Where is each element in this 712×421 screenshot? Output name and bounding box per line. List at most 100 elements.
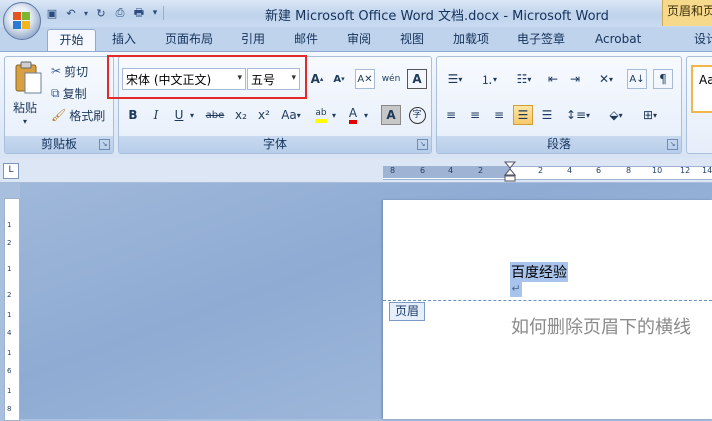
show-marks-button[interactable]: ¶ <box>653 69 673 89</box>
superscript-button[interactable]: x² <box>254 105 274 125</box>
bold-button[interactable]: B <box>123 105 143 125</box>
cut-button[interactable]: ✂ 剪切 <box>51 61 88 81</box>
superscript-icon: x² <box>258 108 270 122</box>
ruler-vtick: 1 <box>7 387 12 395</box>
vertical-ruler[interactable]: 1 2 1 2 1 4 1 6 1 8 <box>4 198 20 421</box>
copy-button[interactable]: ⧉ 复制 <box>51 83 87 103</box>
paragraph-launcher-icon[interactable]: ↘ <box>667 139 678 150</box>
borders-button[interactable]: ⊞ ▾ <box>635 105 665 125</box>
tab-mailings[interactable]: 邮件 <box>294 29 318 51</box>
paint-bucket-icon: ⬙ <box>609 108 619 122</box>
customize-qat-icon[interactable]: ▾ <box>150 5 160 21</box>
font-color-button[interactable]: A <box>343 105 363 125</box>
annotation-highlight-box <box>107 55 307 99</box>
grow-font-button[interactable]: A ▴ <box>307 69 327 89</box>
ruler-vtick: 6 <box>7 367 12 375</box>
style-gallery-item[interactable]: Aa <box>691 65 712 113</box>
distributed-button[interactable]: ☰ <box>537 105 557 125</box>
ruler-vtick: 1 <box>7 311 12 319</box>
ruler-tick: 8 <box>626 166 632 175</box>
multilevel-list-button[interactable]: ☷ ▾ <box>509 69 539 89</box>
bullets-icon: ☰ <box>447 72 459 86</box>
align-center-button[interactable]: ≡ <box>465 105 485 125</box>
sort-button[interactable]: A↓ <box>627 69 647 89</box>
paste-button[interactable]: 粘贴 ▾ <box>11 61 45 126</box>
redo-icon[interactable]: ↻ <box>93 5 109 21</box>
scissors-icon: ✂ <box>51 64 62 78</box>
shading-button[interactable]: ⬙ ▾ <box>601 105 631 125</box>
clipboard-launcher-icon[interactable]: ↘ <box>99 139 110 150</box>
chinese-layout-icon: ✕ <box>598 72 610 86</box>
font-launcher-icon[interactable]: ↘ <box>417 139 428 150</box>
tab-review[interactable]: 审阅 <box>347 29 371 51</box>
tab-design[interactable]: 设计 <box>694 29 712 51</box>
underline-button[interactable]: U <box>169 105 189 125</box>
italic-button[interactable]: I <box>146 105 166 125</box>
italic-icon: I <box>153 108 159 122</box>
font-color-dropdown-icon[interactable]: ▾ <box>361 105 371 125</box>
bullets-button[interactable]: ☰ ▾ <box>441 69 469 89</box>
paste-label: 粘贴 <box>13 101 38 115</box>
clear-formatting-button[interactable]: A✕ <box>355 69 375 89</box>
cut-label: 剪切 <box>64 64 89 79</box>
align-left-button[interactable]: ≡ <box>441 105 461 125</box>
clipboard-group: 粘贴 ▾ ✂ 剪切 ⧉ 复制 🖌 格式刷 剪贴板 ↘ <box>4 56 114 154</box>
qat-separator <box>163 6 164 20</box>
text-highlight-button[interactable]: ab <box>311 105 331 125</box>
align-right-button[interactable]: ≡ <box>489 105 509 125</box>
justify-icon: ☰ <box>517 108 529 122</box>
change-case-button[interactable]: Aa ▾ <box>279 105 303 125</box>
print-icon[interactable]: 🖶 <box>131 5 147 21</box>
styles-group: Aa <box>686 56 712 154</box>
underline-dropdown-icon[interactable]: ▾ <box>187 105 197 125</box>
tab-e-signature[interactable]: 电子签章 <box>517 29 565 51</box>
phonetic-guide-icon: wén <box>381 74 401 84</box>
undo-dropdown-icon[interactable]: ▾ <box>82 5 90 21</box>
subscript-button[interactable]: x₂ <box>231 105 251 125</box>
strikethrough-button[interactable]: abe <box>203 105 227 125</box>
line-spacing-button[interactable]: ↕≡ ▾ <box>563 105 593 125</box>
format-painter-button[interactable]: 🖌 格式刷 <box>51 105 105 125</box>
tab-acrobat[interactable]: Acrobat <box>595 29 641 51</box>
underline-icon: U <box>174 108 184 122</box>
ruler-tick: 8 <box>390 166 396 175</box>
header-text[interactable]: 百度经验 <box>510 262 568 282</box>
enclose-characters-button[interactable]: 字 <box>407 105 427 125</box>
text-highlight-icon: ab <box>315 108 327 123</box>
tab-insert[interactable]: 插入 <box>112 29 136 51</box>
tab-home[interactable]: 开始 <box>47 29 96 52</box>
decrease-indent-button[interactable]: ⇤ <box>543 69 563 89</box>
tab-selector-icon[interactable]: L <box>3 163 19 179</box>
increase-indent-button[interactable]: ⇥ <box>565 69 585 89</box>
print-preview-icon[interactable]: ⎙ <box>112 5 128 21</box>
shrink-font-button[interactable]: A ▾ <box>329 69 349 89</box>
highlight-dropdown-icon[interactable]: ▾ <box>329 105 339 125</box>
phonetic-guide-button[interactable]: wén <box>381 69 401 89</box>
office-button[interactable] <box>3 2 41 40</box>
tab-view[interactable]: 视图 <box>400 29 424 51</box>
indent-marker-icon[interactable] <box>504 161 516 183</box>
justify-button[interactable]: ☰ <box>513 105 533 125</box>
ruler-tick: 4 <box>448 166 454 175</box>
paragraph-mark-icon: ↵ <box>510 282 522 297</box>
copy-label: 复制 <box>62 86 87 101</box>
ruler-tick: 6 <box>420 166 426 175</box>
ruler-tick: 4 <box>567 166 573 175</box>
numbering-button[interactable]: ⒈ ▾ <box>475 69 503 89</box>
align-left-icon: ≡ <box>445 108 457 122</box>
clipboard-group-label: 剪贴板 <box>5 136 113 153</box>
paste-dropdown-icon[interactable]: ▾ <box>23 117 27 126</box>
header-separator-line <box>383 300 712 301</box>
save-icon[interactable]: ▣ <box>44 5 60 21</box>
tab-addins[interactable]: 加载项 <box>453 29 489 51</box>
character-border-button[interactable]: A <box>407 69 427 89</box>
undo-icon[interactable]: ↶ <box>63 5 79 21</box>
chinese-layout-button[interactable]: ✕ ▾ <box>591 69 621 89</box>
tab-page-layout[interactable]: 页面布局 <box>165 29 213 51</box>
tab-references[interactable]: 引用 <box>241 29 265 51</box>
multilevel-list-icon: ☷ <box>516 72 528 86</box>
paragraph-group: ☰ ▾ ⒈ ▾ ☷ ▾ ⇤ ⇥ ✕ ▾ A↓ ¶ ≡ ≡ ≡ ☰ ☰ ↕≡ ▾ ⬙ ▾ ⊞ ▾… <box>436 56 682 154</box>
shrink-font-icon: A <box>333 73 342 85</box>
font-color-icon: A <box>348 106 358 124</box>
character-shading-button[interactable]: A <box>381 105 401 125</box>
